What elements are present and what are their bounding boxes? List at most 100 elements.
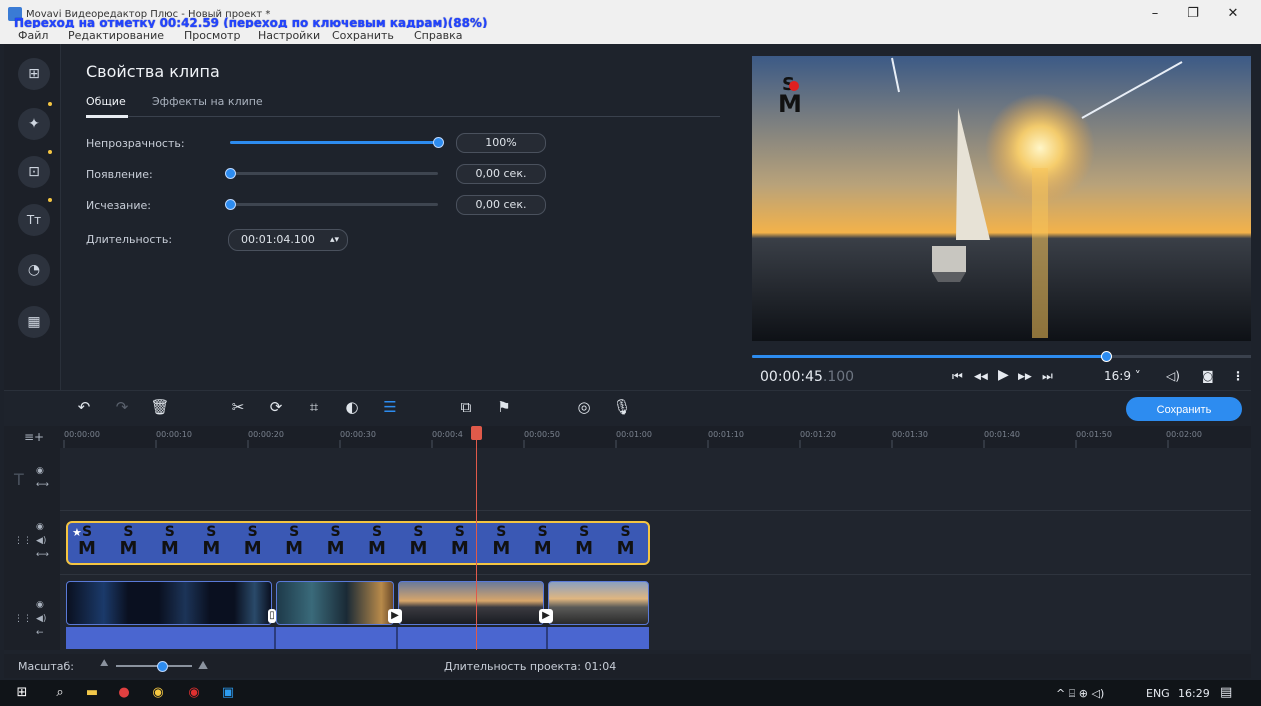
microphone-icon[interactable]: 🎙 — [612, 398, 632, 416]
audio-clip[interactable] — [398, 627, 548, 649]
delete-icon[interactable]: 🗑 — [150, 398, 170, 416]
link-icon[interactable]: ← — [36, 628, 44, 638]
windows-taskbar: ⊞ ⌕ ▬ ● ◉ ◉ ▣ ^ ⌸ ⊕ ◁) ENG 16:29 ▤ — [0, 680, 1261, 706]
audio-clip[interactable] — [276, 627, 398, 649]
more-tools-icon[interactable]: ▦ — [18, 306, 50, 338]
skip-end-icon[interactable]: ⏭ — [1042, 369, 1053, 384]
marker-flag-icon[interactable]: ⚑ — [494, 398, 514, 416]
ruler-tick-label: 00:01:00 — [616, 430, 652, 439]
zoom-out-icon[interactable]: ⛰ — [100, 658, 108, 669]
stickers-icon[interactable]: ◔ — [18, 254, 50, 286]
language-indicator[interactable]: ENG — [1146, 687, 1170, 700]
menu-view[interactable]: Просмотр — [184, 29, 240, 42]
opacity-slider[interactable] — [230, 137, 444, 148]
more-options-icon[interactable]: ⋮ — [1232, 369, 1244, 383]
recorder-icon[interactable]: ◉ — [184, 685, 204, 700]
spinner-arrows-icon[interactable]: ▴▾ — [330, 230, 339, 250]
volume-icon[interactable]: ◀) — [36, 614, 46, 624]
minimize-button[interactable]: – — [1140, 4, 1170, 24]
audio-clip[interactable] — [548, 627, 649, 649]
playhead-handle[interactable] — [471, 426, 482, 440]
volume-icon[interactable]: ◁) — [1166, 369, 1180, 383]
search-icon[interactable]: ⌕ — [50, 685, 70, 700]
ruler-tick-label: 00:01:10 — [708, 430, 744, 439]
visibility-icon[interactable]: ◉ — [36, 466, 44, 476]
overlay-icon[interactable]: ⧉ — [456, 398, 476, 416]
video-clip-coast[interactable] — [548, 581, 649, 625]
filters-icon[interactable]: ✦ — [18, 108, 50, 140]
logo-letter: M — [409, 538, 428, 559]
yandex-browser-icon[interactable]: ● — [114, 685, 134, 700]
snapshot-icon[interactable]: ◙ — [1202, 369, 1214, 383]
webcam-icon[interactable]: ◎ — [574, 398, 594, 416]
menu-file[interactable]: Файл — [18, 29, 48, 42]
skip-start-icon[interactable]: ⏮ — [952, 369, 963, 384]
drag-handle-icon[interactable]: ⋮⋮ — [14, 614, 32, 624]
fade-in-value[interactable]: 0,00 сек. — [456, 164, 546, 184]
notifications-icon[interactable]: ▤ — [1220, 685, 1232, 700]
file-explorer-icon[interactable]: ▬ — [82, 685, 102, 700]
color-adjust-icon[interactable]: ◐ — [342, 398, 362, 416]
video-clip-lightning[interactable] — [276, 581, 394, 625]
tray-icons[interactable]: ^ ⌸ ⊕ ◁) — [1056, 687, 1104, 701]
visibility-icon[interactable]: ◉ — [36, 600, 44, 610]
visibility-icon[interactable]: ◉ — [36, 522, 44, 532]
ruler-tick-label: 00:01:50 — [1076, 430, 1112, 439]
import-icon[interactable]: ⊞ — [18, 58, 50, 90]
menu-edit[interactable]: Редактирование — [68, 29, 164, 42]
zoom-slider[interactable] — [116, 661, 192, 672]
ruler-ticks — [63, 440, 1169, 448]
transition-marker[interactable]: ▯ — [268, 609, 276, 623]
add-track-icon[interactable]: ≡+ — [24, 430, 44, 444]
crop-icon[interactable]: ⌗ — [304, 398, 324, 416]
audio-clip[interactable] — [66, 627, 276, 649]
video-clip-earth[interactable] — [66, 581, 272, 625]
undo-icon[interactable]: ↶ — [74, 398, 94, 416]
close-button[interactable]: ✕ — [1218, 4, 1248, 24]
zoom-in-icon[interactable]: ⛰ — [198, 658, 208, 673]
logo-overlay-clip[interactable]: ★ SMSMSMSMSMSMSMSMSMSMSMSMSMSM — [66, 521, 650, 565]
transition-icon[interactable]: ▶ — [539, 609, 553, 623]
volume-icon[interactable]: ◀) — [36, 536, 46, 546]
menu-help[interactable]: Справка — [414, 29, 462, 42]
clip-properties-icon[interactable]: ☰ — [380, 398, 400, 416]
clock[interactable]: 16:29 — [1178, 687, 1210, 700]
link-icon[interactable]: ⟷ — [36, 550, 49, 560]
chrome-icon[interactable]: ◉ — [148, 685, 168, 700]
rotate-icon[interactable]: ⟳ — [266, 398, 286, 416]
play-icon[interactable]: ▶ — [998, 367, 1009, 383]
aspect-ratio-select[interactable]: 16:9 ˅ — [1104, 369, 1141, 383]
maximize-button[interactable]: ❐ — [1178, 4, 1208, 24]
link-icon[interactable]: ⟷ — [36, 480, 49, 490]
redo-icon[interactable]: ↷ — [112, 398, 132, 416]
duration-input[interactable]: 00:01:04.100 ▴▾ — [228, 229, 348, 251]
transition-icon[interactable]: ▶ — [388, 609, 402, 623]
tab-general[interactable]: Общие — [86, 95, 126, 108]
fade-out-slider[interactable] — [225, 199, 438, 210]
fade-out-slider-thumb[interactable] — [225, 199, 236, 210]
tab-clip-effects[interactable]: Эффекты на клипе — [152, 95, 263, 108]
titles-icon[interactable]: Tт — [18, 204, 50, 236]
save-button[interactable]: Сохранить — [1126, 397, 1242, 421]
zoom-slider-thumb[interactable] — [156, 661, 168, 672]
opacity-slider-thumb[interactable] — [433, 137, 444, 148]
drag-handle-icon[interactable]: ⋮⋮ — [14, 536, 32, 546]
menu-settings[interactable]: Настройки — [258, 29, 320, 42]
opacity-value[interactable]: 100% — [456, 133, 546, 153]
prev-frame-icon[interactable]: ◀◀ — [974, 372, 988, 382]
timeline-ruler[interactable] — [60, 426, 1251, 449]
fade-out-value[interactable]: 0,00 сек. — [456, 195, 546, 215]
logo-letter: S — [579, 524, 590, 540]
cut-icon[interactable]: ✂ — [228, 398, 248, 416]
next-frame-icon[interactable]: ▶▶ — [1018, 372, 1032, 382]
movavi-taskbar-icon[interactable]: ▣ — [218, 685, 238, 700]
playback-progress[interactable] — [752, 351, 1251, 362]
video-clip-sunset-sea[interactable] — [398, 581, 544, 625]
fade-in-slider[interactable] — [225, 168, 438, 179]
windows-start-icon[interactable]: ⊞ — [12, 685, 32, 700]
menu-save[interactable]: Сохранить — [332, 29, 394, 42]
fade-in-slider-thumb[interactable] — [225, 168, 236, 179]
transitions-icon[interactable]: ⊡ — [18, 156, 50, 188]
video-preview[interactable]: S M — [752, 56, 1251, 341]
ruler-tick-label: 00:02:00 — [1166, 430, 1202, 439]
